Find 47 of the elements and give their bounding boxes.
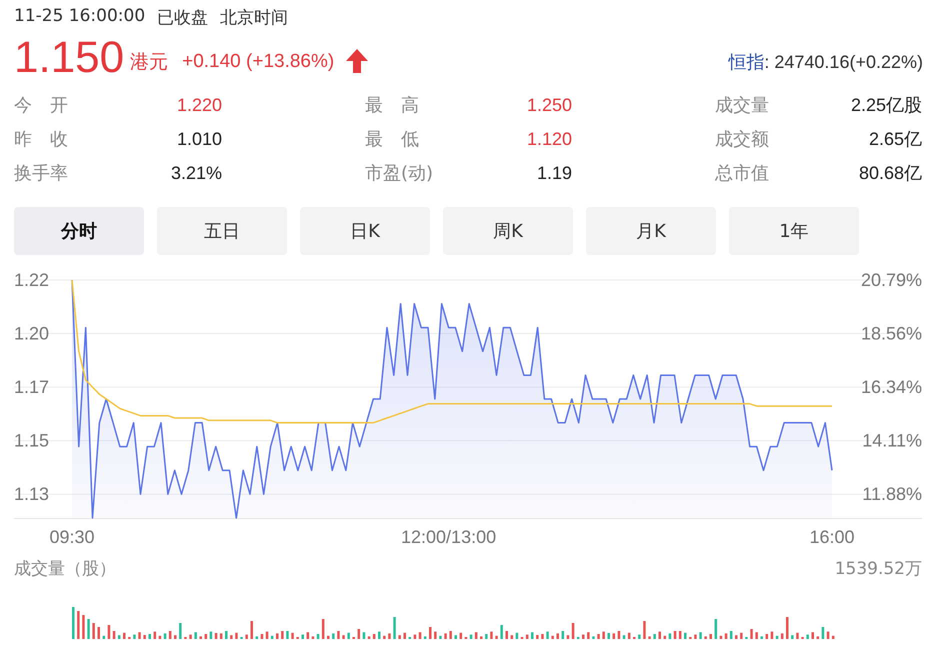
- x-axis-label: 09:30: [49, 527, 95, 547]
- price-change: +0.140 (+13.86%): [182, 51, 334, 73]
- stat-value: 2.25亿股: [850, 94, 922, 117]
- stat-value: 3.21%: [170, 162, 222, 184]
- stat-value: 1.220: [176, 94, 222, 116]
- index-link[interactable]: 恒指: [728, 50, 764, 74]
- percent-axis-label: 18.56%: [860, 324, 922, 344]
- x-axis-label: 12:00/13:00: [401, 527, 496, 547]
- current-price: 1.150: [14, 33, 124, 83]
- market-status: 已收盘: [157, 7, 208, 30]
- percent-axis-label: 16.34%: [860, 377, 922, 398]
- percent-axis-label: 20.79%: [860, 270, 922, 290]
- stat-label: 换手率: [14, 162, 68, 185]
- chart-tab[interactable]: 1年: [729, 207, 859, 255]
- stat-value: 1.010: [176, 128, 222, 150]
- volume-max: 1539.52万: [834, 558, 922, 580]
- y-axis-label: 1.15: [14, 430, 50, 451]
- timezone-label: 北京时间: [220, 7, 288, 30]
- y-axis-label: 1.22: [14, 270, 50, 290]
- stat-label: 总市值: [715, 162, 769, 185]
- y-axis-label: 1.17: [14, 377, 50, 398]
- stat-value: 2.65亿: [868, 128, 922, 151]
- chart-tab[interactable]: 五日: [157, 207, 287, 255]
- stat-value: 1.250: [526, 94, 572, 116]
- y-axis-label: 1.20: [14, 324, 50, 344]
- stat-label: 成交额: [715, 128, 769, 151]
- chart-tab[interactable]: 月K: [586, 207, 716, 255]
- stat-value: 1.120: [526, 128, 572, 150]
- quote-datetime: 11-25 16:00:00: [14, 6, 146, 28]
- stat-label: 今 开: [14, 94, 68, 117]
- stat-label: 最 低: [365, 128, 419, 151]
- chart-tab[interactable]: 周K: [443, 207, 573, 255]
- chart-tab[interactable]: 日K: [300, 207, 430, 255]
- stat-label: 市盈(动): [365, 162, 434, 185]
- chart-tab[interactable]: 分时: [14, 207, 144, 255]
- volume-title: 成交量（股）: [14, 558, 116, 580]
- currency-label: 港元: [130, 50, 168, 75]
- index-value: : 24740.16(+0.22%): [764, 52, 923, 72]
- y-axis-label: 1.13: [14, 484, 50, 504]
- stat-label: 成交量: [715, 94, 769, 117]
- percent-axis-label: 11.88%: [862, 484, 922, 504]
- stat-value: 80.68亿: [858, 162, 922, 185]
- percent-axis-label: 14.11%: [862, 430, 922, 451]
- x-axis-label: 16:00: [809, 527, 855, 547]
- stat-label: 最 高: [365, 94, 419, 117]
- stat-value: 1.19: [536, 162, 572, 184]
- stat-label: 昨 收: [14, 128, 68, 151]
